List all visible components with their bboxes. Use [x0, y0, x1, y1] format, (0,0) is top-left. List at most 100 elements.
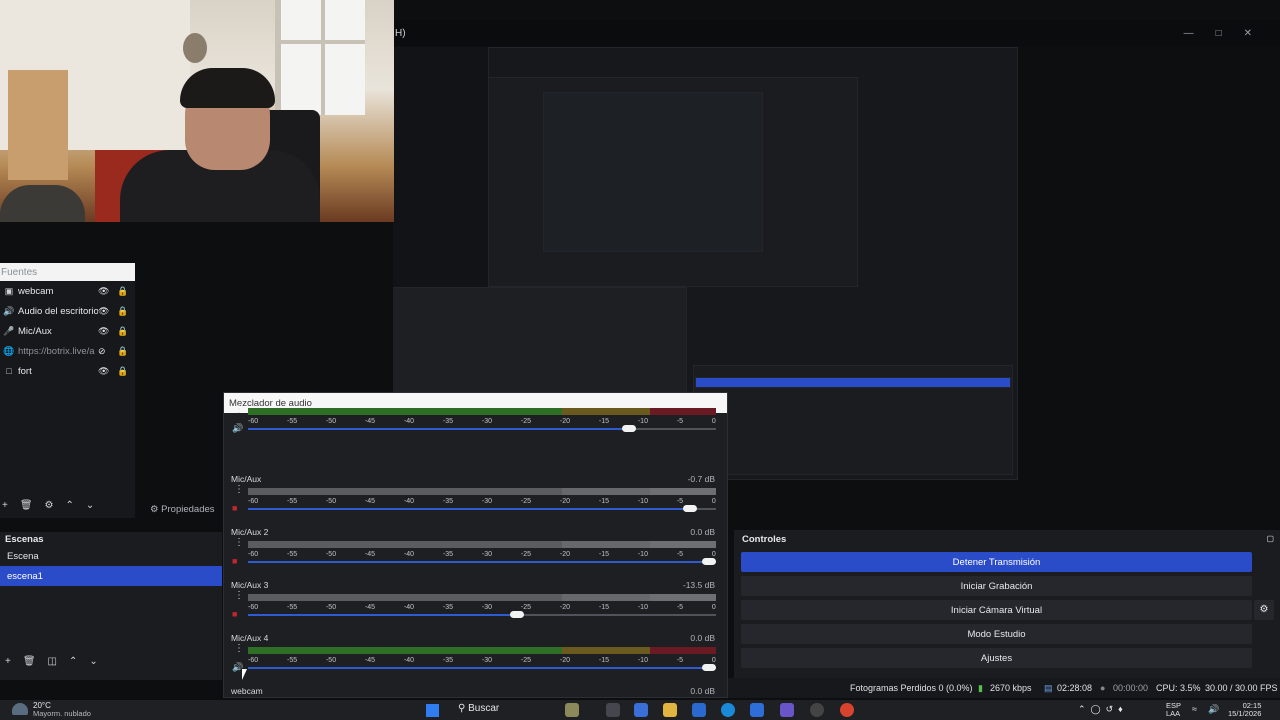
taskbar-search[interactable]: ⚲ Buscar: [458, 703, 499, 714]
stream-time: 02:28:08: [1057, 683, 1093, 693]
volume-slider[interactable]: [248, 558, 716, 565]
volume-slider-handle[interactable]: [510, 611, 525, 618]
source-item-desktop-audio[interactable]: 🔊 Audio del escritorio 👁 🔒: [0, 301, 135, 321]
tick-label: -30: [481, 498, 493, 505]
virtual-camera-settings-gear-icon[interactable]: ⚙: [1254, 600, 1274, 620]
speaker-icon: 🔊: [3, 305, 15, 316]
lock-icon[interactable]: 🔒: [117, 346, 128, 357]
volume-meter: [248, 594, 716, 601]
stop-streaming-button[interactable]: Detener Transmisión: [741, 552, 1252, 572]
volume-meter: [248, 647, 716, 654]
close-icon[interactable]: ✕: [1244, 28, 1252, 39]
eye-icon[interactable]: 👁: [98, 286, 109, 297]
muted-speaker-icon[interactable]: ■: [232, 556, 237, 566]
gear-icon: ⚙: [150, 504, 159, 515]
window-icon: □: [6, 366, 12, 376]
system-tray[interactable]: ⌃ ◯ ↺ ♦: [1078, 704, 1123, 715]
channel-menu-icon[interactable]: ⋮: [234, 591, 244, 601]
volume-slider[interactable]: [248, 505, 716, 512]
chevron-up-icon[interactable]: ⌃: [69, 656, 77, 667]
weather-widget[interactable]: 20°C Mayorm. nublado: [33, 702, 91, 718]
tick-label: -55: [286, 604, 298, 611]
start-recording-button[interactable]: Iniciar Grabación: [741, 576, 1252, 596]
tick-label: -55: [286, 657, 298, 664]
tick-label: -25: [520, 498, 532, 505]
volume-icon[interactable]: 🔊: [1208, 704, 1219, 715]
volume-slider-handle[interactable]: [702, 664, 716, 671]
teams-icon[interactable]: [780, 703, 794, 717]
channel-menu-icon[interactable]: ⋮: [234, 538, 244, 548]
channel-menu-icon[interactable]: ⋮: [234, 485, 244, 495]
language-indicator[interactable]: ESP LAA: [1166, 702, 1181, 718]
eye-icon[interactable]: 👁: [98, 366, 109, 377]
eye-icon[interactable]: 👁: [98, 326, 109, 337]
trash-icon[interactable]: 🗑: [20, 500, 33, 511]
edge-icon[interactable]: [721, 703, 735, 717]
gear-icon[interactable]: ⚙: [45, 500, 54, 511]
copilot-icon[interactable]: [634, 703, 648, 717]
source-item-mic-aux[interactable]: 🎤 Mic/Aux 👁 🔒: [0, 321, 135, 341]
tick-label: -40: [403, 657, 415, 664]
tick-label: -40: [403, 551, 415, 558]
properties-button[interactable]: ⚙ Propiedades: [150, 504, 215, 515]
chevron-down-icon[interactable]: ⌄: [89, 656, 97, 667]
chrome-icon[interactable]: [840, 703, 854, 717]
trash-icon[interactable]: 🗑: [23, 656, 36, 667]
muted-speaker-icon[interactable]: ■: [232, 609, 237, 619]
tick-label: -55: [286, 418, 298, 425]
volume-slider[interactable]: [248, 611, 716, 618]
filter-icon[interactable]: ◫: [48, 656, 57, 667]
lock-icon[interactable]: 🔒: [117, 286, 128, 297]
tick-label: -60: [248, 551, 259, 558]
scene-item-escena1[interactable]: escena1: [0, 566, 222, 586]
source-label: https://botrix.live/a: [18, 345, 95, 357]
channel-menu-icon[interactable]: ⋮: [234, 405, 244, 415]
dropped-frames: Fotogramas Perdidos 0 (0.0%): [850, 683, 973, 693]
add-scene-icon[interactable]: +: [5, 656, 11, 667]
volume-slider-handle[interactable]: [683, 505, 698, 512]
maximize-icon[interactable]: □: [1216, 28, 1222, 39]
tick-label: -35: [442, 604, 454, 611]
record-icon: ●: [1100, 683, 1106, 693]
studio-mode-button[interactable]: Modo Estudio: [741, 624, 1252, 644]
start-virtual-camera-button[interactable]: Iniciar Cámara Virtual: [741, 600, 1252, 620]
source-item-webcam[interactable]: ▣ webcam 👁 🔒: [0, 281, 135, 301]
volume-slider[interactable]: [248, 425, 716, 432]
obs-icon[interactable]: [810, 703, 824, 717]
speaker-icon[interactable]: 🔊: [232, 423, 243, 434]
volume-slider[interactable]: [248, 664, 716, 671]
volume-slider-handle[interactable]: [622, 425, 637, 432]
window-title: H): [395, 28, 406, 39]
muted-speaker-icon[interactable]: ■: [232, 503, 237, 513]
wifi-icon[interactable]: ≈: [1192, 704, 1197, 714]
task-view-icon[interactable]: [606, 703, 620, 717]
store-icon[interactable]: [692, 703, 706, 717]
chevron-up-icon[interactable]: ⌃: [66, 500, 74, 511]
channel-menu-icon[interactable]: ⋮: [234, 644, 244, 654]
settings-button[interactable]: Ajustes: [741, 648, 1252, 668]
taskbar-clock[interactable]: 02:15 15/1/2026: [1228, 702, 1261, 718]
source-item-browser[interactable]: 🌐 https://botrix.live/a ⊘ 🔒: [0, 341, 135, 361]
eye-hidden-icon[interactable]: ⊘: [98, 346, 106, 357]
scene-item-escena[interactable]: Escena: [0, 546, 222, 566]
status-bar: Fotogramas Perdidos 0 (0.0%) ▮ 2670 kbps…: [728, 678, 1280, 698]
tick-label: 0: [711, 418, 716, 425]
lock-icon[interactable]: 🔒: [117, 306, 128, 317]
windows-start-icon[interactable]: [426, 704, 439, 717]
chevron-down-icon[interactable]: ⌄: [86, 500, 94, 511]
taskbar-widget-icon[interactable]: [565, 703, 579, 717]
tick-label: -10: [637, 498, 648, 505]
lock-icon[interactable]: 🔒: [117, 366, 128, 377]
tick-label: -10: [637, 551, 648, 558]
search-label: Buscar: [468, 703, 500, 714]
eye-icon[interactable]: 👁: [98, 306, 109, 317]
source-item-fort[interactable]: □ fort 👁 🔒: [0, 361, 135, 381]
minimize-icon[interactable]: —: [1184, 28, 1194, 39]
nested-stop-button: [695, 377, 1011, 388]
mail-icon[interactable]: [750, 703, 764, 717]
file-explorer-icon[interactable]: [663, 703, 677, 717]
volume-slider-handle[interactable]: [702, 558, 716, 565]
add-source-icon[interactable]: +: [2, 500, 8, 511]
lock-icon[interactable]: 🔒: [117, 326, 128, 337]
undock-icon[interactable]: ▢: [1266, 534, 1274, 543]
